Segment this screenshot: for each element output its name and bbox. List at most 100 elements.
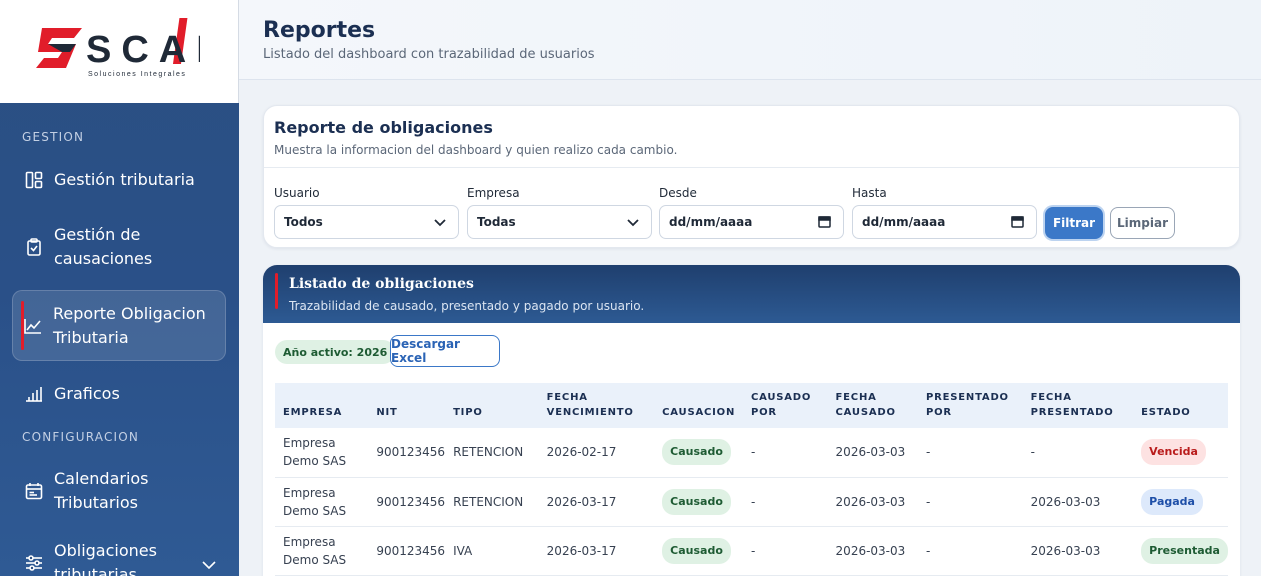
col-empresa[interactable]: EMPRESA xyxy=(275,383,368,428)
col-nit[interactable]: NIT xyxy=(368,383,445,428)
empresa-select[interactable]: Todas xyxy=(467,205,652,239)
cell-nit: 900123456 xyxy=(368,477,446,527)
col-fecha-vencimiento[interactable]: FECHA VENCIMIENTO xyxy=(539,383,654,428)
col-estado[interactable]: ESTADO xyxy=(1133,383,1228,428)
cell-fecha-presentado: - xyxy=(1022,428,1134,478)
col-label-2: VENCIMIENTO xyxy=(546,407,634,418)
scala-logo-icon: SCALA Soluciones Integrales xyxy=(36,18,200,78)
col-label-1: FECHA xyxy=(546,392,588,403)
sidebar-item-label: Calendarios Tributarios xyxy=(54,467,149,515)
col-causado-por[interactable]: CAUSADO POR xyxy=(743,383,828,428)
logo-tagline: Soluciones Integrales xyxy=(88,71,186,78)
cell-causado-por: - xyxy=(742,428,828,478)
cell-causado-por: - xyxy=(742,526,828,576)
table-row[interactable]: Empresa Demo SAS 900123456 RETENCION 2026… xyxy=(275,477,1228,527)
col-presentado-por[interactable]: PRESENTADO POR xyxy=(918,383,1023,428)
status-badge: Causado xyxy=(662,488,731,515)
col-label-2: PRESENTADO xyxy=(1030,407,1114,418)
usuario-select[interactable]: Todos xyxy=(274,205,459,239)
table-row[interactable]: Empresa Demo SAS 900123456 IVA 2026-03-17… xyxy=(275,526,1228,576)
desde-date-input[interactable]: dd/mm/aaaa xyxy=(659,205,844,239)
col-fecha-presentado[interactable]: FECHA PRESENTADO xyxy=(1023,383,1134,428)
col-causacion[interactable]: CAUSACION xyxy=(654,383,743,428)
page-header: Reportes Listado del dashboard con traza… xyxy=(239,0,1261,80)
chevron-down-icon xyxy=(434,216,446,230)
cell-tipo: IVA xyxy=(445,526,539,576)
chevron-down-icon[interactable] xyxy=(202,552,216,576)
filter-card-subtitle: Muestra la informacion del dashboard y q… xyxy=(274,143,678,157)
empresa-select-value: Todas xyxy=(477,215,516,229)
logo[interactable]: SCALA Soluciones Integrales xyxy=(0,0,239,103)
sidebar-item-label: Gestión de causaciones xyxy=(54,223,152,271)
cell-vencimiento: 2026-03-17 xyxy=(538,526,655,576)
bar-chart-icon xyxy=(24,384,44,404)
status-badge: Pagada xyxy=(1141,488,1203,515)
label-line-2: Tributarios xyxy=(54,493,138,512)
filter-card: Reporte de obligaciones Muestra la infor… xyxy=(263,105,1240,248)
hasta-label: Hasta xyxy=(852,186,887,200)
logo-wordmark: SCALA xyxy=(86,29,200,71)
sidebar-item-graficos[interactable]: Graficos xyxy=(12,380,226,408)
sidebar-item-calendarios[interactable]: Calendarios Tributarios xyxy=(12,466,226,516)
table-row[interactable]: Empresa Demo SAS 900123456 RETENCION 2026… xyxy=(275,428,1228,478)
year-badge: Año activo: 2026 xyxy=(275,340,396,364)
label-line-2: Tributaria xyxy=(53,327,129,347)
usuario-label: Usuario xyxy=(274,186,320,200)
download-excel-button[interactable]: Descargar Excel xyxy=(390,335,500,367)
status-badge: Causado xyxy=(662,439,731,466)
desde-label: Desde xyxy=(659,186,697,200)
sidebar-item-label: Obligaciones tributarias xyxy=(54,539,157,576)
list-card: Listado de obligaciones Trazabilidad de … xyxy=(263,265,1240,576)
filtrar-button[interactable]: Filtrar xyxy=(1045,207,1103,239)
empresa-label: Empresa xyxy=(467,186,520,200)
cell-tipo: RETENCION xyxy=(445,477,539,527)
sidebar-item-obligaciones[interactable]: Obligaciones tributarias xyxy=(12,538,226,576)
chevron-down-icon xyxy=(627,216,639,230)
cell-nit: 900123456 xyxy=(368,526,446,576)
sidebar-item-label: Reporte Obligacion Tributaria xyxy=(53,302,206,350)
sidebar: SCALA Soluciones Integrales GESTION Gest… xyxy=(0,0,239,576)
limpiar-button[interactable]: Limpiar xyxy=(1110,207,1175,239)
status-badge: Presentada xyxy=(1141,537,1228,564)
col-label-2: POR xyxy=(750,407,777,418)
cell-estado: Presentada xyxy=(1133,526,1228,576)
usuario-select-value: Todos xyxy=(284,215,323,229)
desde-date-value: dd/mm/aaaa xyxy=(669,215,753,229)
cell-nit: 900123456 xyxy=(368,428,446,478)
col-label-2: POR xyxy=(926,407,952,418)
cell-causado-por: - xyxy=(742,477,828,527)
cell-fecha-presentado: 2026-03-03 xyxy=(1022,526,1134,576)
col-tipo[interactable]: TIPO xyxy=(445,383,539,428)
col-label-1: FECHA xyxy=(1030,392,1072,403)
page-title: Reportes xyxy=(263,18,376,43)
sliders-icon xyxy=(24,553,44,573)
cell-empresa: Empresa Demo SAS xyxy=(275,428,369,478)
sidebar-item-reporte-obligacion[interactable]: Reporte Obligacion Tributaria xyxy=(12,290,226,361)
cell-vencimiento: 2026-02-17 xyxy=(538,428,655,478)
status-badge: Causado xyxy=(662,537,731,564)
cell-fecha-causado: 2026-03-03 xyxy=(827,526,918,576)
empresa-line-2: Demo SAS xyxy=(283,552,347,567)
col-fecha-causado[interactable]: FECHA CAUSADO xyxy=(828,383,918,428)
empresa-line-1: Empresa xyxy=(283,534,336,549)
cell-presentado-por: - xyxy=(918,526,1023,576)
calendar-icon[interactable] xyxy=(1011,215,1024,231)
accent-bar xyxy=(275,273,278,309)
cell-fecha-presentado: 2026-03-03 xyxy=(1022,477,1134,527)
page-subtitle: Listado del dashboard con trazabilidad d… xyxy=(263,47,595,62)
divider xyxy=(264,167,1239,168)
sidebar-item-gestion-tributaria[interactable]: Gestión tributaria xyxy=(12,166,226,194)
hasta-date-input[interactable]: dd/mm/aaaa xyxy=(852,205,1037,239)
calendar-icon[interactable] xyxy=(818,215,831,231)
label-line-1: Gestión de xyxy=(54,225,141,244)
cell-estado: Vencida xyxy=(1133,428,1228,478)
table-header-row: EMPRESA NIT TIPO FECHA VENCIMIENTO CAUSAC… xyxy=(275,383,1228,428)
col-label-1: PRESENTADO xyxy=(926,392,1009,403)
col-label-1: CAUSADO xyxy=(750,392,812,403)
sidebar-item-label: Graficos xyxy=(54,384,120,403)
label-line-2: tributarias xyxy=(54,565,137,576)
list-card-header: Listado de obligaciones Trazabilidad de … xyxy=(263,265,1240,323)
cell-causacion: Causado xyxy=(654,428,743,478)
sidebar-item-gestion-causaciones[interactable]: Gestión de causaciones xyxy=(12,222,226,272)
status-badge: Vencida xyxy=(1141,439,1206,466)
